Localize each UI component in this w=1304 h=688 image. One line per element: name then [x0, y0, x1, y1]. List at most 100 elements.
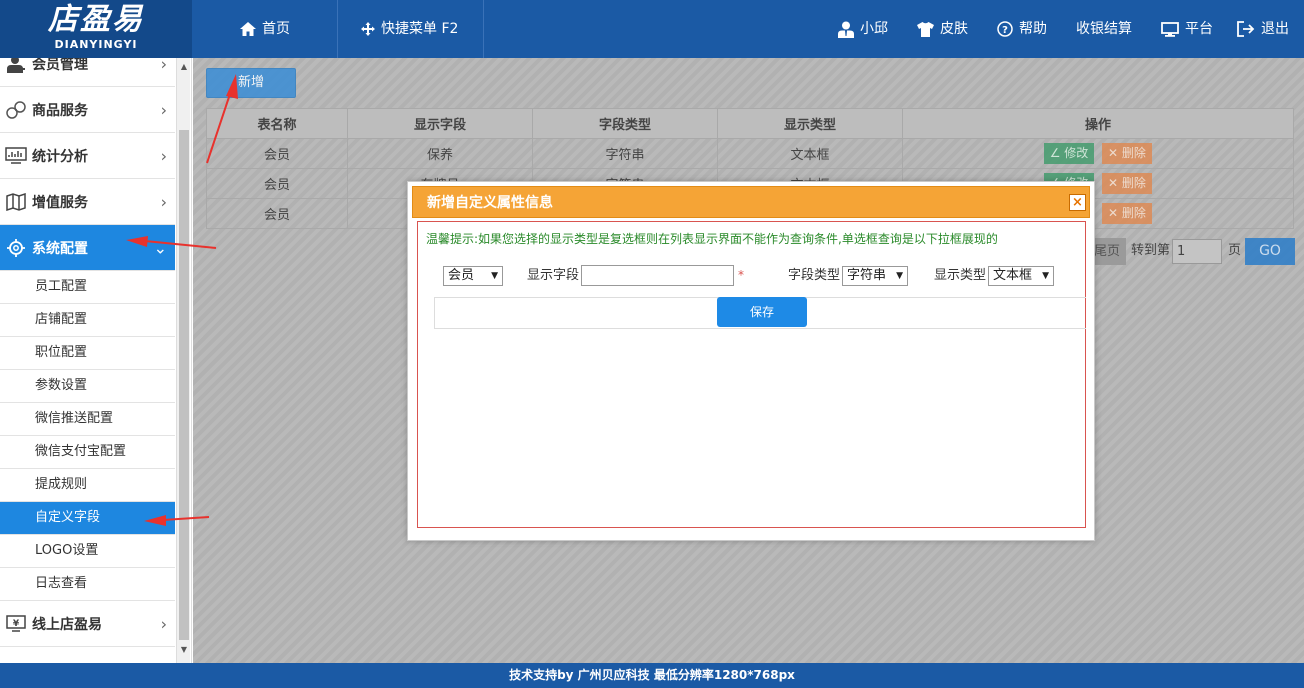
dropdown-arrow-icon: ▼: [491, 271, 498, 281]
table-cell: 会员: [206, 168, 348, 199]
sidebar-item-online[interactable]: ¥ 线上店盈易 ›: [0, 601, 175, 647]
settings-icon: [0, 238, 32, 257]
display-field-input[interactable]: [581, 265, 734, 286]
sidebar-item-stats[interactable]: 统计分析 ›: [0, 133, 175, 179]
nav-help-label: 帮助: [1019, 21, 1047, 37]
save-button[interactable]: 保存: [717, 297, 807, 327]
nav-user-label: 小邱: [860, 21, 888, 37]
home-icon: [240, 22, 256, 36]
dialog-header: 新增自定义属性信息 ×: [412, 186, 1090, 218]
svg-text:¥: ¥: [13, 619, 20, 629]
sidebar-item-label: 增值服务: [32, 194, 88, 211]
sidebar: 会员管理 › 商品服务 › 统计分析 › 增值服务 › 系统配置 ⌄ 员工配置 …: [0, 58, 192, 663]
sidebar-item-system-config[interactable]: 系统配置 ⌄: [0, 225, 175, 271]
table-actions: ∠ 修改 ✕ 删除: [902, 138, 1294, 169]
nav-skin[interactable]: 皮肤: [917, 0, 968, 58]
map-icon: [0, 192, 32, 211]
svg-text:?: ?: [1002, 25, 1008, 36]
nav-help[interactable]: ? 帮助: [997, 0, 1047, 58]
delete-label: 删除: [1121, 146, 1146, 160]
hint-text: 温馨提示:如果您选择的显示类型是复选框则在列表显示界面不能作为查询条件,单选框查…: [426, 232, 998, 246]
edit-button[interactable]: ∠ 修改: [1044, 143, 1094, 164]
sidebar-item-members[interactable]: 会员管理 ›: [0, 58, 175, 87]
nav-platform-label: 平台: [1185, 21, 1213, 37]
scroll-up-arrow[interactable]: ▲: [177, 60, 191, 74]
nav-user[interactable]: 小邱: [838, 0, 888, 58]
chevron-down-icon: ⌄: [153, 238, 167, 257]
field-label: 显示字段: [527, 268, 580, 283]
pager-go-button[interactable]: GO: [1245, 238, 1295, 265]
edit-label: 修改: [1064, 146, 1089, 160]
close-icon[interactable]: ×: [1069, 194, 1086, 211]
dropdown-arrow-icon: ▼: [1042, 271, 1049, 281]
sidebar-item-label: 线上店盈易: [32, 616, 102, 633]
logout-icon: [1237, 21, 1255, 37]
sidebar-item-goods[interactable]: 商品服务 ›: [0, 87, 175, 133]
nav-home-label: 首页: [262, 21, 290, 37]
move-icon: [361, 22, 375, 36]
field-type-select-value: 字符串: [847, 268, 887, 283]
sidebar-item-label: 系统配置: [32, 240, 88, 257]
table-cell: 会员: [206, 198, 348, 229]
sidebar-item-label: 会员管理: [32, 58, 88, 73]
sidebar-scrollbar[interactable]: ▲ ▼: [176, 58, 190, 663]
submenu-item[interactable]: LOGO设置: [0, 535, 175, 568]
nav-checkout[interactable]: 收银结算: [1076, 0, 1132, 58]
nav-logout-label: 退出: [1261, 21, 1289, 37]
submenu-item[interactable]: 提成规则: [0, 469, 175, 502]
nav-shortcut-label: 快捷菜单 F2: [381, 21, 459, 37]
display-type-select-value: 文本框: [993, 268, 1033, 283]
submenu-item[interactable]: 微信支付宝配置: [0, 436, 175, 469]
nav-shortcut-menu[interactable]: 快捷菜单 F2: [361, 0, 458, 58]
monitor-icon: [1161, 21, 1179, 37]
nav-logout[interactable]: 退出: [1237, 0, 1289, 58]
dialog-title: 新增自定义属性信息: [427, 195, 553, 211]
pager-unit-label: 页: [1228, 243, 1242, 258]
field-type-select[interactable]: 字符串 ▼: [842, 266, 908, 286]
submenu-item-custom-fields[interactable]: 自定义字段: [0, 502, 175, 535]
delete-button[interactable]: ✕ 删除: [1102, 143, 1152, 164]
chevron-right-icon: ›: [160, 614, 167, 633]
table-cell: 保养: [347, 138, 533, 169]
delete-button[interactable]: ✕ 删除: [1102, 173, 1152, 194]
add-custom-field-dialog: 新增自定义属性信息 × 温馨提示:如果您选择的显示类型是复选框则在列表显示界面不…: [407, 181, 1095, 541]
column-header: 显示字段: [347, 108, 533, 139]
column-header: 表名称: [206, 108, 348, 139]
column-header: 显示类型: [717, 108, 903, 139]
pager-goto-label: 转到第: [1131, 243, 1171, 258]
submenu-item[interactable]: 职位配置: [0, 337, 175, 370]
chevron-right-icon: ›: [160, 58, 167, 73]
table-row: 会员 保养 字符串 文本框 ∠ 修改 ✕ 删除: [206, 138, 1294, 169]
sidebar-item-value-added[interactable]: 增值服务 ›: [0, 179, 175, 225]
table-header-row: 表名称 显示字段 字段类型 显示类型 操作: [206, 108, 1294, 139]
display-type-select[interactable]: 文本框 ▼: [988, 266, 1054, 286]
footer-text: 技术支持by 广州贝应科技 最低分辨率1280*768px: [509, 668, 795, 682]
chevron-right-icon: ›: [160, 192, 167, 211]
table-name-select[interactable]: 会员 ▼: [443, 266, 503, 286]
nav-home[interactable]: 首页: [240, 0, 290, 58]
field-type-label: 字段类型: [788, 268, 841, 283]
submenu-item[interactable]: 参数设置: [0, 370, 175, 403]
submenu-item[interactable]: 店铺配置: [0, 304, 175, 337]
display-type-label: 显示类型: [934, 268, 987, 283]
sidebar-item-label: 商品服务: [32, 102, 88, 119]
submenu-item[interactable]: 日志查看: [0, 568, 175, 601]
scroll-thumb[interactable]: [179, 130, 189, 640]
nav-skin-label: 皮肤: [940, 21, 968, 37]
table-cell: 会员: [206, 138, 348, 169]
app-logo[interactable]: 店盈易 DIANYINGYI: [0, 0, 192, 58]
user-icon: [838, 21, 854, 38]
delete-button[interactable]: ✕ 删除: [1102, 203, 1152, 224]
top-header: 店盈易 DIANYINGYI 首页 快捷菜单 F2 小邱 皮肤 ? 帮助 收银结…: [0, 0, 1304, 58]
nav-checkout-label: 收银结算: [1076, 21, 1132, 37]
submenu-item[interactable]: 员工配置: [0, 271, 175, 304]
pager-page-input[interactable]: 1: [1172, 239, 1222, 264]
chevron-right-icon: ›: [160, 146, 167, 165]
nav-platform[interactable]: 平台: [1161, 0, 1213, 58]
add-button[interactable]: 新增: [206, 68, 296, 98]
scroll-down-arrow[interactable]: ▼: [177, 643, 191, 657]
column-header: 操作: [902, 108, 1294, 139]
cashier-icon: ¥: [0, 614, 32, 633]
submenu-item[interactable]: 微信推送配置: [0, 403, 175, 436]
sidebar-item-label: 统计分析: [32, 148, 88, 165]
